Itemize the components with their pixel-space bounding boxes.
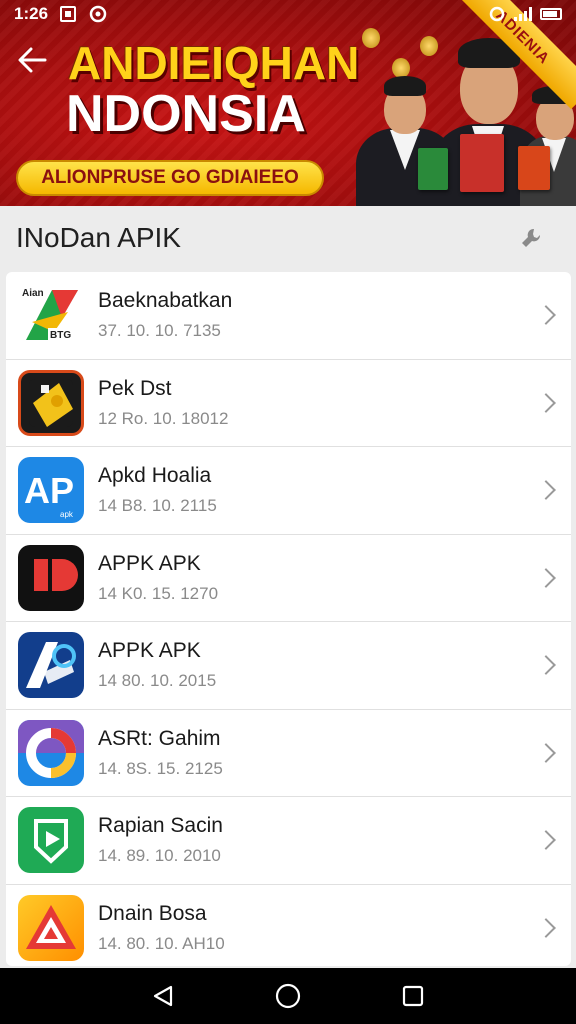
book-icon — [460, 134, 504, 192]
list-item[interactable]: Dnain Bosa 14. 80. 10. AH10 — [6, 885, 571, 967]
battery-icon — [540, 8, 562, 20]
nav-recents-icon — [403, 985, 424, 1007]
app-name: ASRt: Gahim — [98, 726, 221, 750]
back-arrow-icon — [18, 47, 47, 73]
app-name: Baeknabatkan — [98, 289, 233, 313]
banner-cta-button[interactable]: ALIONPRUSE GO GDIAIEEO — [16, 160, 324, 196]
banner-subtitle: NDONSIA — [66, 85, 306, 143]
app-meta: 14 B8. 10. 2115 — [98, 496, 217, 516]
chevron-right-icon — [536, 305, 556, 326]
banner-title: ANDIEIQHAN — [68, 37, 360, 89]
ap-dark-logo-icon — [18, 632, 84, 699]
chevron-right-icon — [536, 392, 556, 413]
app-meta: 14. 89. 10. 2010 — [98, 846, 221, 866]
page-title: INoDan APIK — [16, 222, 181, 253]
list-item[interactable]: Rapian Sacin 14. 89. 10. 2010 — [6, 797, 571, 885]
list-item[interactable]: Pek Dst 12 Ro. 10. 18012 — [6, 360, 571, 447]
promo-banner[interactable]: ADIENIA ANDIEIQHAN NDONSIA ALIONPRUSE GO… — [0, 0, 576, 206]
svg-text:Aian: Aian — [22, 288, 44, 299]
nav-home-button[interactable] — [268, 976, 308, 1016]
svg-text:BTG: BTG — [50, 330, 71, 341]
ring-logo-icon — [18, 719, 84, 786]
flag-icon — [18, 544, 84, 611]
app-name: Apkd Hoalia — [98, 464, 212, 488]
list-item[interactable]: ASRt: Gahim 14. 8S. 15. 2125 — [6, 710, 571, 797]
ticket-icon — [18, 369, 84, 436]
chevron-right-icon — [536, 742, 556, 763]
list-item[interactable]: APPK APK 14 K0. 15. 1270 — [6, 535, 571, 622]
app-name: Dnain Bosa — [98, 902, 207, 926]
svg-text:AP: AP — [24, 470, 74, 511]
settings-status-icon — [489, 6, 505, 22]
system-nav-bar — [0, 968, 576, 1024]
arrow-logo-icon: BTG Aian — [18, 282, 84, 349]
wrench-button[interactable] — [516, 223, 546, 253]
book-icon — [518, 146, 550, 190]
chevron-right-icon — [536, 830, 556, 851]
list-item[interactable]: AP apk Apkd Hoalia 14 B8. 10. 2115 — [6, 447, 571, 535]
chevron-right-icon — [536, 567, 556, 588]
notification-icon — [60, 6, 77, 22]
nav-recents-button[interactable] — [393, 976, 433, 1016]
nav-back-icon — [153, 985, 172, 1007]
status-bar: 1:26 — [0, 0, 576, 28]
triangle-logo-icon — [18, 895, 84, 962]
app-meta: 14. 80. 10. AH10 — [98, 934, 225, 954]
svg-text:apk: apk — [60, 510, 74, 519]
signal-icon — [514, 7, 532, 21]
nav-back-button[interactable] — [143, 976, 183, 1016]
app-list: BTG Aian Baeknabatkan 37. 10. 10. 7135 P… — [6, 272, 571, 966]
wrench-icon — [522, 228, 541, 247]
chevron-right-icon — [536, 480, 556, 501]
play-badge-icon — [18, 807, 84, 874]
book-icon — [418, 148, 448, 190]
app-name: Pek Dst — [98, 376, 172, 400]
app-meta: 14 K0. 15. 1270 — [98, 583, 219, 603]
app-meta: 14 80. 10. 2015 — [98, 671, 217, 691]
chevron-right-icon — [536, 655, 556, 676]
list-item[interactable]: APPK APK 14 80. 10. 2015 — [6, 622, 571, 710]
app-meta: 37. 10. 10. 7135 — [98, 321, 221, 341]
app-name: APPK APK — [98, 639, 201, 663]
ap-logo-icon: AP apk — [18, 457, 84, 524]
nav-home-icon — [275, 983, 301, 1009]
emblem-icon — [362, 28, 380, 48]
page-header: INoDan APIK — [0, 206, 576, 270]
app-name: APPK APK — [98, 551, 201, 575]
list-item[interactable]: BTG Aian Baeknabatkan 37. 10. 10. 7135 — [6, 272, 571, 360]
app-meta: 14. 8S. 15. 2125 — [98, 758, 223, 778]
location-icon — [89, 5, 107, 23]
chevron-right-icon — [536, 918, 556, 939]
status-time: 1:26 — [14, 4, 49, 23]
app-name: Rapian Sacin — [98, 814, 223, 838]
app-meta: 12 Ro. 10. 18012 — [98, 408, 229, 428]
back-button[interactable] — [14, 42, 50, 78]
